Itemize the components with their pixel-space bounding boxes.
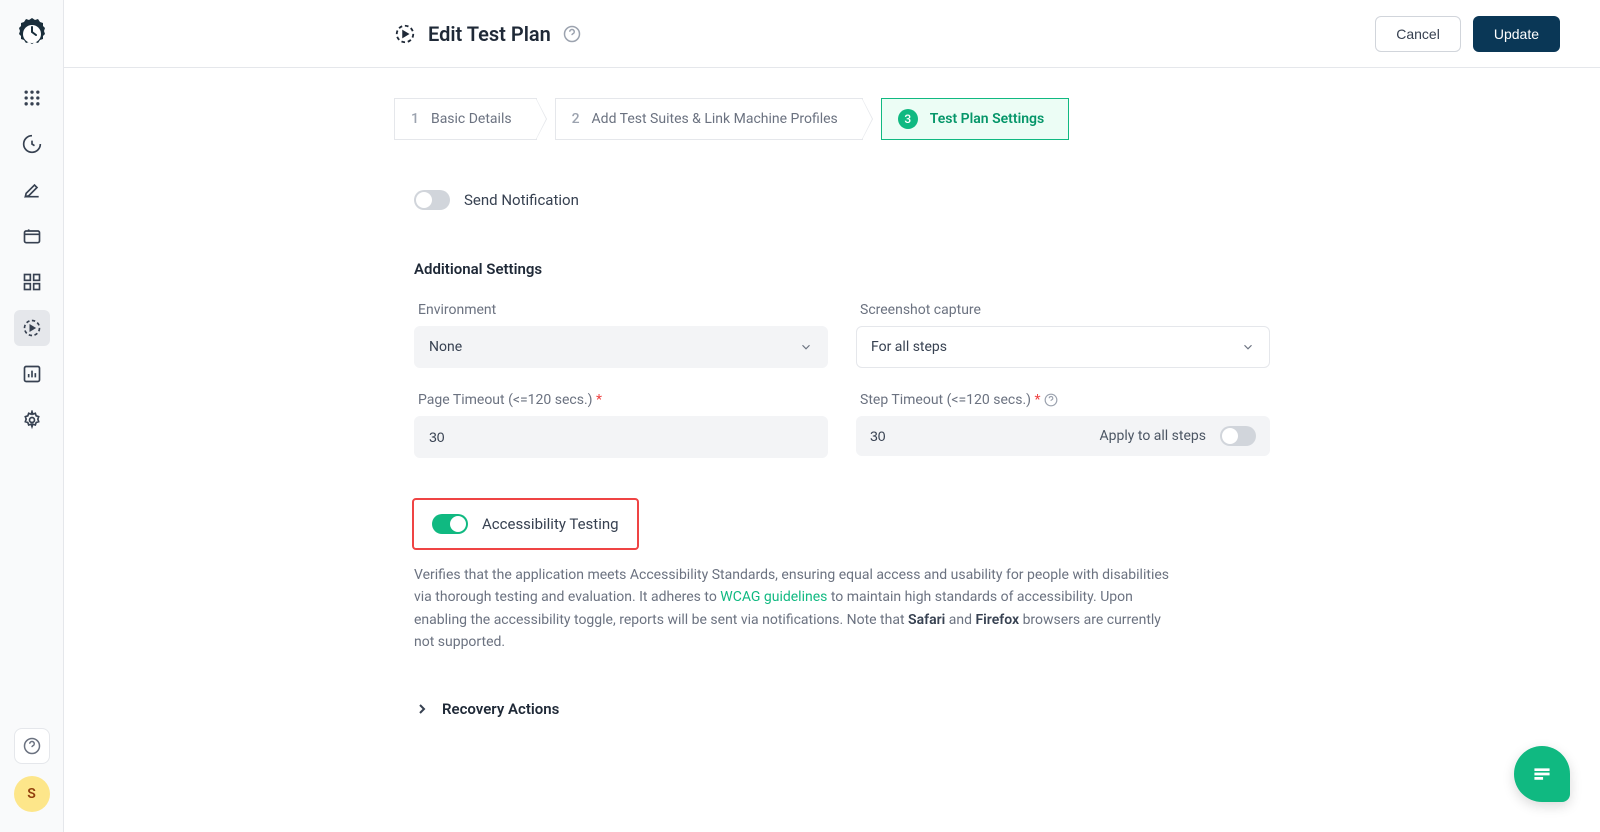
send-notification-label: Send Notification bbox=[464, 191, 579, 209]
page-timeout-field: Page Timeout (<=120 secs.) * bbox=[414, 392, 828, 458]
chevron-right-icon bbox=[414, 701, 430, 717]
help-icon[interactable] bbox=[14, 728, 50, 764]
step-test-suites[interactable]: 2Add Test Suites & Link Machine Profiles bbox=[555, 98, 863, 140]
apply-all-toggle[interactable] bbox=[1220, 426, 1256, 446]
environment-label: Environment bbox=[414, 302, 828, 318]
environment-field: Environment None bbox=[414, 302, 828, 368]
step-timeout-label: Step Timeout (<=120 secs.) * bbox=[856, 392, 1270, 408]
page-title: Edit Test Plan bbox=[428, 22, 551, 46]
nav-grid-icon[interactable] bbox=[14, 264, 50, 300]
accessibility-toggle[interactable] bbox=[432, 514, 468, 534]
send-notification-row: Send Notification bbox=[414, 190, 1270, 210]
wizard-steps: 1Basic Details 2Add Test Suites & Link M… bbox=[394, 98, 1270, 140]
user-avatar[interactable]: S bbox=[14, 776, 50, 812]
send-notification-toggle[interactable] bbox=[414, 190, 450, 210]
nav-edit-icon[interactable] bbox=[14, 172, 50, 208]
apply-all-label: Apply to all steps bbox=[1100, 428, 1206, 444]
chevron-down-icon bbox=[799, 340, 813, 354]
testplan-title-icon bbox=[394, 23, 416, 45]
nav-dashboard-icon[interactable] bbox=[14, 126, 50, 162]
additional-settings-title: Additional Settings bbox=[414, 260, 1270, 278]
wcag-link[interactable]: WCAG guidelines bbox=[720, 589, 827, 605]
screenshot-label: Screenshot capture bbox=[856, 302, 1270, 318]
accessibility-label: Accessibility Testing bbox=[482, 515, 619, 533]
title-help-icon[interactable] bbox=[563, 25, 581, 43]
screenshot-select[interactable]: For all steps bbox=[856, 326, 1270, 368]
screenshot-field: Screenshot capture For all steps bbox=[856, 302, 1270, 368]
info-icon[interactable] bbox=[1044, 393, 1058, 407]
accessibility-highlight: Accessibility Testing bbox=[412, 498, 639, 550]
chevron-down-icon bbox=[1241, 340, 1255, 354]
page-header: Edit Test Plan Cancel Update bbox=[64, 0, 1600, 68]
update-button[interactable]: Update bbox=[1473, 16, 1560, 52]
page-timeout-input[interactable] bbox=[414, 416, 828, 458]
nav-reports-icon[interactable] bbox=[14, 356, 50, 392]
step-basic-details[interactable]: 1Basic Details bbox=[394, 98, 537, 140]
nav-apps-icon[interactable] bbox=[14, 80, 50, 116]
app-logo bbox=[14, 16, 50, 52]
step-timeout-input[interactable] bbox=[856, 422, 936, 450]
accessibility-description: Verifies that the application meets Acce… bbox=[414, 564, 1174, 654]
nav-settings-icon[interactable] bbox=[14, 402, 50, 438]
step-test-plan-settings[interactable]: 3Test Plan Settings bbox=[881, 98, 1069, 140]
recovery-actions-label: Recovery Actions bbox=[442, 700, 559, 718]
cancel-button[interactable]: Cancel bbox=[1375, 16, 1461, 52]
nav-testplan-icon[interactable] bbox=[14, 310, 50, 346]
environment-select[interactable]: None bbox=[414, 326, 828, 368]
page-timeout-label: Page Timeout (<=120 secs.) * bbox=[414, 392, 828, 408]
nav-folder-icon[interactable] bbox=[14, 218, 50, 254]
sidebar: S bbox=[0, 0, 64, 832]
step-timeout-field: Step Timeout (<=120 secs.) * Apply to al… bbox=[856, 392, 1270, 458]
chat-fab[interactable] bbox=[1514, 746, 1570, 802]
recovery-actions-accordion[interactable]: Recovery Actions bbox=[414, 694, 1270, 724]
